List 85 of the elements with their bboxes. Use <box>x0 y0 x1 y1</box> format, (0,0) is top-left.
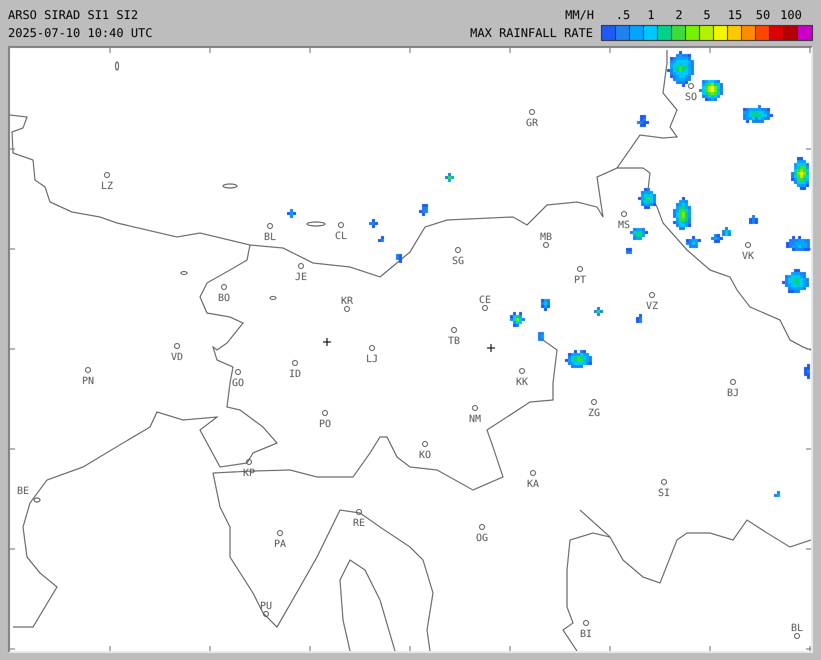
city-marker-icon <box>621 211 627 217</box>
city-marker-icon <box>338 222 344 228</box>
city-marker-icon <box>298 263 304 269</box>
city-label: PT <box>574 275 586 286</box>
city-marker-icon <box>85 367 91 373</box>
city-marker-icon <box>263 611 269 617</box>
legend-caption: MAX RAINFALL RATE <box>470 25 593 42</box>
city-label: LZ <box>100 181 114 192</box>
city-label: MS <box>618 220 630 231</box>
city-marker-icon <box>479 524 485 530</box>
city-label: TB <box>448 336 460 347</box>
radar-title: ARSO SIRAD SI1 SI2 <box>8 7 140 24</box>
city-marker-icon <box>267 223 273 229</box>
scale-tick-label: 15 <box>726 7 744 24</box>
city-label: CL <box>334 231 348 242</box>
city-marker-icon <box>356 509 362 515</box>
city-label: GR <box>526 118 538 129</box>
city-marker-icon <box>530 470 536 476</box>
city-label: KO <box>418 450 432 461</box>
timestamp: 2025-07-10 10:40 UTC <box>8 25 152 42</box>
city-marker-icon <box>543 242 549 248</box>
city-marker-icon <box>292 360 298 366</box>
city-label: LJ <box>366 354 378 365</box>
city-label: BO <box>218 293 230 304</box>
city-label: PO <box>318 419 332 430</box>
city-marker-icon <box>451 327 457 333</box>
city-marker-icon <box>519 368 525 374</box>
city-marker-icon <box>730 379 736 385</box>
city-marker-icon <box>661 479 667 485</box>
city-label: VZ <box>646 301 658 312</box>
city-label: ID <box>288 369 302 380</box>
scale-tick-label: 5 <box>702 7 712 24</box>
city-label: RE <box>352 518 366 529</box>
city-label: SO <box>684 92 698 103</box>
city-label: KA <box>526 479 540 490</box>
scale-tick-label: .5 <box>614 7 632 24</box>
city-label: PU <box>260 601 272 612</box>
city-marker-icon <box>221 284 227 290</box>
city-marker-icon <box>246 459 252 465</box>
city-marker-icon <box>455 247 461 253</box>
unit-label: MM/H <box>565 7 594 24</box>
city-label: CE <box>478 295 492 306</box>
city-label: KR <box>340 296 354 307</box>
city-marker-icon <box>649 292 655 298</box>
city-label: BE <box>16 486 30 497</box>
city-label: PA <box>274 539 286 550</box>
city-label: BL <box>264 232 276 243</box>
city-label: BI <box>580 629 592 640</box>
city-label: MB <box>540 232 552 243</box>
city-label: BJ <box>726 388 740 399</box>
scale-tick-label: 100 <box>779 7 803 24</box>
city-label: GO <box>232 378 244 389</box>
city-marker-icon <box>591 399 597 405</box>
city-label: VK <box>742 251 754 262</box>
city-marker-icon <box>174 343 180 349</box>
cross-marker-icon <box>322 338 332 346</box>
scale-tick-label: 2 <box>674 7 684 24</box>
city-marker-icon <box>745 242 751 248</box>
city-marker-icon <box>104 172 110 178</box>
city-marker-icon <box>482 305 488 311</box>
city-label: PN <box>82 376 94 387</box>
scale-tick-label: 1 <box>646 7 656 24</box>
city-label: SI <box>658 488 670 499</box>
city-marker-icon <box>235 369 241 375</box>
cross-marker-icon <box>486 344 496 352</box>
city-marker-icon <box>344 306 350 312</box>
city-marker-icon <box>422 441 428 447</box>
city-label: JE <box>294 272 308 283</box>
city-label: OG <box>476 533 488 544</box>
city-marker-icon <box>529 109 535 115</box>
city-marker-icon <box>577 266 583 272</box>
city-label: BL <box>790 623 804 634</box>
city-label: ZG <box>588 408 600 419</box>
city-marker-icon <box>688 83 694 89</box>
city-marker-icon <box>322 410 328 416</box>
city-label: SG <box>452 256 464 267</box>
city-marker-icon <box>472 405 478 411</box>
city-marker-icon <box>369 345 375 351</box>
scale-tick-label: 50 <box>754 7 772 24</box>
city-label: KK <box>516 377 528 388</box>
city-label: NM <box>468 414 482 425</box>
city-label: VD <box>170 352 184 363</box>
city-marker-icon <box>583 620 589 626</box>
city-marker-icon <box>277 530 283 536</box>
city-marker-icon <box>794 633 800 639</box>
